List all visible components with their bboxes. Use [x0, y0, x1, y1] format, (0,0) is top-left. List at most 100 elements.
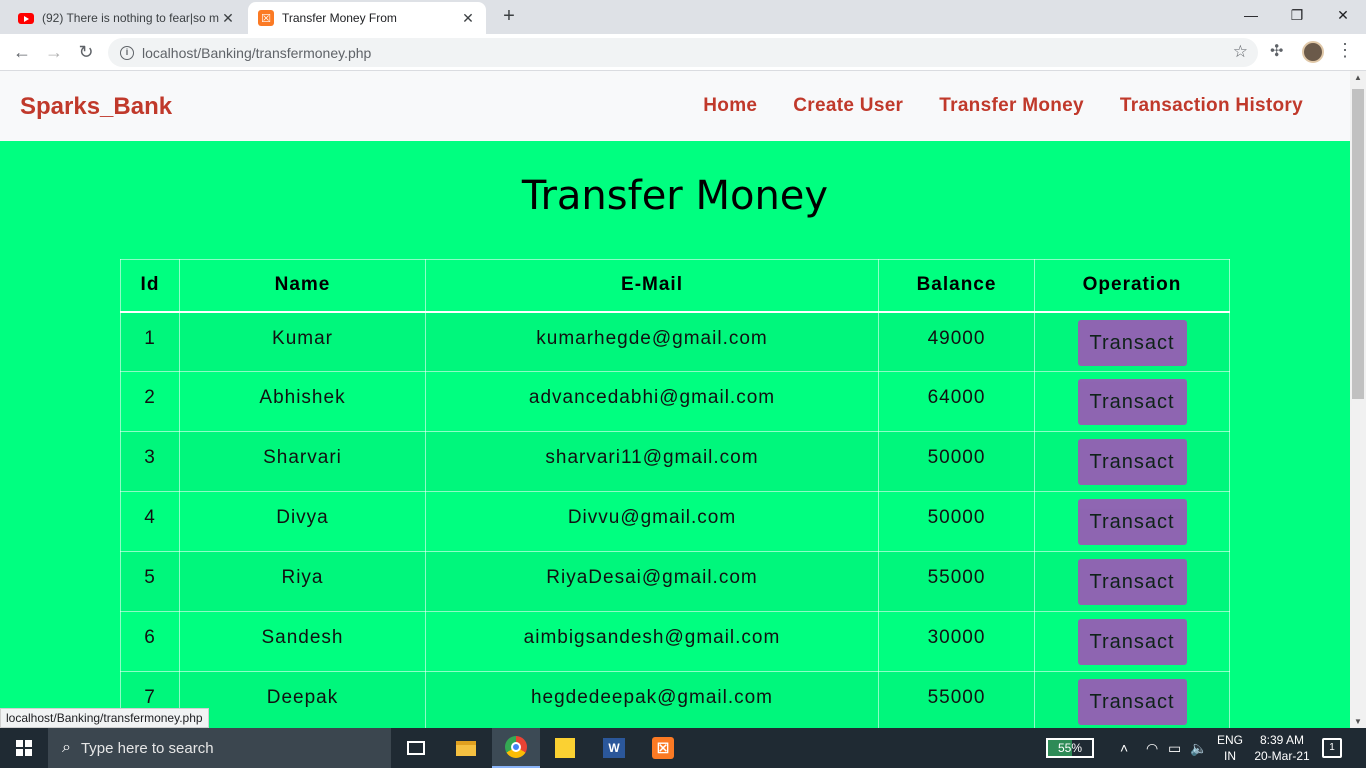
- nav-link-transaction-history[interactable]: Transaction History: [1120, 95, 1303, 117]
- battery-indicator[interactable]: 55%: [1046, 738, 1094, 758]
- column-header-email: E-Mail: [425, 259, 879, 313]
- cell-balance: 55000: [878, 551, 1035, 612]
- search-placeholder: Type here to search: [80, 739, 214, 757]
- cell-balance: 49000: [878, 311, 1035, 372]
- cell-operation: Transact: [1034, 371, 1230, 432]
- chrome-taskbar-button[interactable]: [492, 728, 540, 768]
- battery-icon[interactable]: ▭: [1168, 728, 1181, 768]
- xampp-icon: ☒: [258, 10, 274, 26]
- transact-button[interactable]: Transact: [1077, 679, 1187, 725]
- transact-button[interactable]: Transact: [1077, 319, 1187, 366]
- close-icon[interactable]: ✕: [460, 10, 476, 27]
- transact-button[interactable]: Transact: [1077, 379, 1187, 425]
- file-explorer-button[interactable]: [442, 728, 490, 768]
- table-header-row: Id Name E-Mail Balance Operation: [120, 259, 1230, 313]
- url-text[interactable]: localhost/Banking/transfermoney.php: [142, 45, 371, 61]
- new-tab-button[interactable]: +: [495, 5, 523, 29]
- profile-avatar[interactable]: [1302, 41, 1324, 63]
- column-header-id: Id: [120, 259, 180, 313]
- address-bar[interactable]: i localhost/Banking/transfermoney.php ☆: [108, 38, 1258, 67]
- transact-button[interactable]: Transact: [1077, 439, 1187, 485]
- taskbar-search-box[interactable]: ⌕ Type here to search: [48, 728, 391, 768]
- sticky-notes-icon: [555, 738, 575, 758]
- sticky-notes-button[interactable]: [541, 728, 589, 768]
- chevron-up-icon[interactable]: ˄: [1120, 728, 1128, 768]
- cell-balance: 30000: [878, 611, 1035, 672]
- cell-name: Abhishek: [179, 371, 426, 432]
- cell-email: sharvari11@gmail.com: [425, 431, 879, 492]
- transact-button[interactable]: Transact: [1077, 559, 1187, 605]
- clock-date: 20-Mar-21: [1254, 749, 1310, 763]
- cell-email: advancedabhi@gmail.com: [425, 371, 879, 432]
- table-row: 2 Abhishek advancedabhi@gmail.com 64000 …: [120, 371, 1230, 432]
- column-header-balance: Balance: [878, 259, 1035, 313]
- cell-id: 6: [120, 611, 180, 672]
- cell-name: Sandesh: [179, 611, 426, 672]
- chrome-icon: [505, 736, 527, 758]
- browser-menu-icon[interactable]: ⋮: [1336, 40, 1354, 61]
- cell-id: 3: [120, 431, 180, 492]
- site-navbar: Sparks_Bank Home Create User Transfer Mo…: [0, 71, 1350, 141]
- page-title: Transfer Money: [521, 173, 829, 219]
- cell-id: 2: [120, 371, 180, 432]
- cell-name: Divya: [179, 491, 426, 552]
- minimize-icon[interactable]: —: [1228, 0, 1274, 30]
- scroll-up-icon[interactable]: ▲: [1354, 73, 1362, 82]
- cell-id: 5: [120, 551, 180, 612]
- browser-tab-strip: (92) There is nothing to fear|so m ✕ ☒ T…: [0, 0, 1366, 34]
- wifi-icon[interactable]: ◠: [1146, 728, 1158, 768]
- cell-operation: Transact: [1034, 311, 1230, 372]
- word-button[interactable]: W: [590, 728, 638, 768]
- nav-link-create-user[interactable]: Create User: [793, 95, 903, 117]
- restore-icon[interactable]: ❐: [1274, 0, 1320, 30]
- site-brand[interactable]: Sparks_Bank: [20, 93, 172, 121]
- scroll-down-icon[interactable]: ▼: [1354, 717, 1362, 726]
- clock-time: 8:39 AM: [1259, 733, 1305, 747]
- reload-icon[interactable]: ↻: [74, 40, 98, 64]
- vertical-scrollbar[interactable]: ▲ ▼: [1350, 71, 1366, 728]
- tab-title: (92) There is nothing to fear|so m: [42, 11, 219, 25]
- nav-links: Home Create User Transfer Money Transact…: [703, 95, 1303, 117]
- close-icon[interactable]: ✕: [220, 10, 236, 27]
- cell-id: 4: [120, 491, 180, 552]
- info-icon[interactable]: i: [120, 45, 134, 60]
- link-status-bar: localhost/Banking/transfermoney.php: [0, 708, 209, 728]
- windows-logo-icon: [16, 740, 32, 756]
- cell-email: kumarhegde@gmail.com: [425, 311, 879, 372]
- search-icon: ⌕: [62, 739, 71, 756]
- bookmark-star-icon[interactable]: ☆: [1233, 42, 1248, 62]
- cell-email: Divvu@gmail.com: [425, 491, 879, 552]
- volume-icon[interactable]: 🔈: [1190, 728, 1207, 768]
- browser-toolbar: ← → ↻ i localhost/Banking/transfermoney.…: [0, 34, 1366, 71]
- table-body: 1 Kumar kumarhegde@gmail.com 49000 Trans…: [120, 311, 1230, 728]
- transact-button[interactable]: Transact: [1077, 619, 1187, 665]
- cell-name: Kumar: [179, 311, 426, 372]
- cell-name: Sharvari: [179, 431, 426, 492]
- xampp-taskbar-button[interactable]: ☒: [639, 728, 687, 768]
- start-button[interactable]: [0, 728, 48, 768]
- page-viewport: Sparks_Bank Home Create User Transfer Mo…: [0, 71, 1350, 728]
- task-view-button[interactable]: [392, 728, 440, 768]
- notification-center-icon[interactable]: 1: [1322, 738, 1342, 758]
- users-table: Id Name E-Mail Balance Operation 1 Kumar…: [120, 259, 1230, 728]
- cell-email: RiyaDesai@gmail.com: [425, 551, 879, 612]
- language-indicator[interactable]: ENG IN: [1214, 732, 1246, 764]
- browser-tab-youtube[interactable]: (92) There is nothing to fear|so m ✕: [8, 2, 246, 34]
- browser-tab-transfer[interactable]: ☒ Transfer Money From ✕: [248, 2, 486, 34]
- extensions-icon[interactable]: ✣: [1270, 41, 1283, 61]
- table-row: 6 Sandesh aimbigsandesh@gmail.com 30000 …: [120, 611, 1230, 672]
- nav-link-transfer-money[interactable]: Transfer Money: [939, 95, 1084, 117]
- cell-operation: Transact: [1034, 671, 1230, 728]
- scrollbar-thumb[interactable]: [1352, 89, 1364, 399]
- system-clock[interactable]: 8:39 AM 20-Mar-21: [1252, 732, 1312, 764]
- cell-name: Deepak: [179, 671, 426, 728]
- cell-operation: Transact: [1034, 491, 1230, 552]
- table-row: 7 Deepak hegdedeepak@gmail.com 55000 Tra…: [120, 671, 1230, 728]
- lang-region: IN: [1224, 749, 1236, 763]
- back-icon[interactable]: ←: [10, 40, 34, 64]
- forward-icon[interactable]: →: [42, 40, 66, 64]
- transact-button[interactable]: Transact: [1077, 499, 1187, 545]
- window-close-icon[interactable]: ✕: [1320, 0, 1366, 30]
- lang-code: ENG: [1216, 733, 1243, 747]
- nav-link-home[interactable]: Home: [703, 95, 757, 117]
